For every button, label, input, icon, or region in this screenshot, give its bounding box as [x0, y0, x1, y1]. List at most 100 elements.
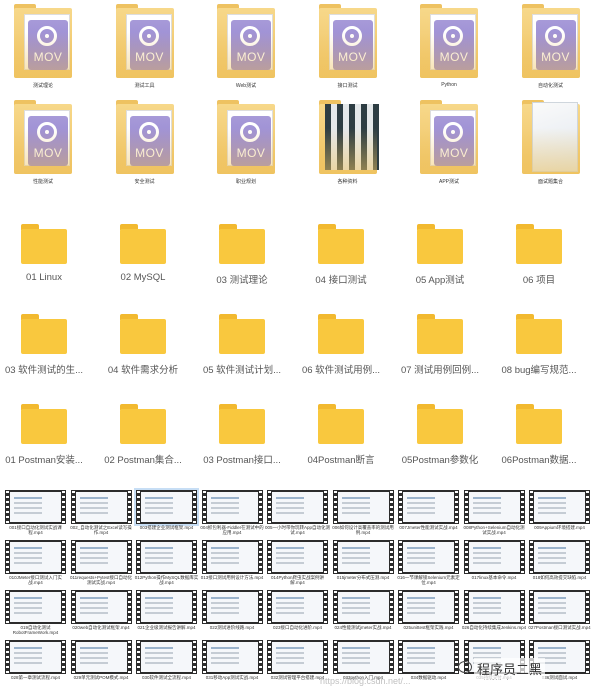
folder-item[interactable]: 03 测试理论	[192, 210, 292, 296]
film-strip-icon	[464, 591, 468, 623]
mov-folder-item[interactable]: 各种资料	[307, 98, 407, 194]
video-file-item[interactable]: 015jmeter分布式压测.mp4	[331, 540, 396, 590]
folder-label: 06 项目	[522, 275, 556, 286]
folder-label: 06Postman数据...	[501, 455, 577, 466]
video-file-item[interactable]: 012Python操作MySQL数据库实战.mp4	[134, 540, 199, 590]
film-strip-icon	[62, 641, 65, 673]
folder-item[interactable]: 04Postman断言	[291, 390, 391, 476]
folder-front	[217, 32, 275, 78]
mov-folder-item[interactable]: MOV自动化测试	[510, 2, 601, 98]
folder-body	[120, 409, 166, 444]
video-thumbnail	[5, 540, 66, 574]
video-frame	[141, 542, 192, 572]
video-file-item[interactable]: 007Jmeter性能测试实战.mp4	[396, 490, 461, 540]
video-file-item[interactable]: 019自动化测试RobotFrameWork.mp4	[3, 590, 68, 640]
folder-item[interactable]: 02 MySQL	[93, 210, 193, 296]
film-strip-icon	[202, 541, 206, 573]
video-thumbnail	[529, 540, 590, 574]
video-file-item[interactable]: 010JMeter接口测试入门实战.mp4	[3, 540, 68, 590]
film-strip-icon	[389, 591, 393, 623]
video-file-item[interactable]: 021企业级测试报告讲解.mp4	[134, 590, 199, 640]
video-file-item[interactable]: 008Python+Selenium自动化测试实战.mp4	[462, 490, 527, 540]
video-frame	[468, 492, 520, 522]
video-file-item[interactable]: 003搭建企业测试框架.mp4	[134, 488, 199, 540]
video-file-label: 018如何高效提交缺陷.mp4	[532, 575, 587, 580]
video-file-item[interactable]: 022测试进阶线路.mp4	[200, 590, 265, 640]
folder-item[interactable]: 02 Postman集合...	[93, 390, 193, 476]
film-strip-icon	[202, 641, 206, 673]
mov-folder-item[interactable]: MOV测试理论	[2, 2, 102, 98]
film-strip-icon	[324, 641, 327, 673]
folder-item[interactable]: 06Postman数据...	[489, 390, 589, 476]
folder-item[interactable]: 05 App测试	[390, 210, 490, 296]
folder-front	[115, 32, 174, 78]
folder-item[interactable]: 08 bug编写规范...	[489, 300, 589, 386]
mov-folder-item[interactable]: MOVPython	[408, 2, 508, 98]
wechat-icon	[458, 661, 472, 673]
video-frame	[206, 642, 258, 672]
video-file-item[interactable]: 001接口自动化测试实战课程.mp4	[3, 490, 68, 540]
video-file-item[interactable]: 004抓包利器-Fiddler在测试中的应用.mp4	[200, 490, 265, 540]
video-thumbnail	[267, 640, 328, 674]
video-file-item[interactable]: 031移动App测试实战.mp4	[200, 640, 265, 690]
film-strip-icon	[324, 541, 327, 573]
video-frame	[75, 492, 127, 522]
video-file-item[interactable]: 024性能测试jmeter实战.mp4	[331, 590, 396, 640]
mov-folder-item[interactable]: MOV性能测试	[2, 98, 102, 194]
video-file-item[interactable]: 026自动化持续集成Jenkins.mp4	[462, 590, 527, 640]
video-file-label: 028第一章测试流程.mp4	[10, 675, 60, 680]
folder-item[interactable]: 06 软件测试用例...	[291, 300, 391, 386]
video-file-item[interactable]: 030软件测试全流程.mp4	[134, 640, 199, 690]
video-file-item[interactable]: 028第一章测试流程.mp4	[3, 640, 68, 690]
folder-item[interactable]: 04 软件需求分析	[93, 300, 193, 386]
folder-label: 02 Postman集合...	[104, 455, 182, 466]
video-file-item[interactable]: 018如何高效提交缺陷.mp4	[527, 540, 592, 590]
video-file-item[interactable]: 023接口自动化进阶.mp4	[265, 590, 330, 640]
folder-label: 03 测试理论	[216, 275, 268, 286]
mov-folder-label: Web测试	[235, 83, 257, 89]
folder-item[interactable]: 05 软件测试计划...	[192, 300, 292, 386]
video-file-item[interactable]: 005一小时带你玩转App自动化测试.mp4	[265, 490, 330, 540]
folder-icon	[417, 314, 463, 354]
video-frame	[75, 592, 127, 622]
folder-item[interactable]: 06 项目	[489, 210, 589, 296]
mov-folder-item[interactable]: MOV职业规划	[205, 98, 305, 194]
video-file-label: 005一小时带你玩转App自动化测试.mp4	[265, 525, 330, 535]
video-thumbnail	[332, 640, 394, 674]
folder-item[interactable]: 01 Postman安装...	[0, 390, 94, 476]
folder-item[interactable]: 07 测试用例回例...	[390, 300, 490, 386]
folder-item[interactable]: 03 软件测试的生...	[0, 300, 94, 386]
mov-folder-label: 各种资料	[337, 179, 358, 185]
video-file-item[interactable]: 011requests+Pytest接口自动化测试实战.mp4	[69, 540, 134, 590]
mov-folder-item[interactable]: MOV安全测试	[104, 98, 204, 194]
mov-folder-item[interactable]: MOV接口测试	[307, 2, 407, 98]
folder-front	[14, 128, 72, 174]
video-file-item[interactable]: 006如何设计高覆盖率的测试用例.mp4	[331, 490, 396, 540]
video-file-item[interactable]: 020web自动化测试框架.mp4	[69, 590, 134, 640]
video-thumbnail	[70, 640, 132, 674]
folder-item[interactable]: 01 Linux	[0, 210, 94, 296]
video-thumbnail	[463, 590, 525, 624]
film-strip-icon	[258, 591, 262, 623]
video-file-label: 012Python操作MySQL数据库实战.mp4	[134, 575, 199, 585]
folder-body	[21, 319, 67, 354]
mov-folder-item[interactable]: 面试题集合	[510, 98, 601, 194]
video-file-label: 024性能测试jmeter实战.mp4	[334, 625, 392, 630]
video-file-item[interactable]: 017linux基本命令.mp4	[462, 540, 527, 590]
video-file-item[interactable]: 016一节课解锁Selenium元素定位.mp4	[396, 540, 461, 590]
video-file-item[interactable]: 014Python爬虫实战案例讲解.mp4	[265, 540, 330, 590]
folder-label: 04 接口测试	[315, 275, 367, 286]
mov-folder-item[interactable]: MOV测试工具	[104, 2, 204, 98]
video-file-item[interactable]: 002_自动化测试之Excel读写操作.mp4	[69, 490, 134, 540]
folder-item[interactable]: 05Postman参数化	[390, 390, 490, 476]
video-file-item[interactable]: 025unittest框架实践.mp4	[396, 590, 461, 640]
video-file-item[interactable]: 027Postman接口测试实战.mp4	[527, 590, 592, 640]
folder-item[interactable]: 04 接口测试	[291, 210, 391, 296]
video-file-label: 004抓包利器-Fiddler在测试中的应用.mp4	[200, 525, 264, 535]
video-file-item[interactable]: 009Appium环境搭建.mp4	[527, 490, 592, 540]
video-file-item[interactable]: 029单元测试POM模式.mp4	[69, 640, 134, 690]
video-file-item[interactable]: 013接口测试用例设计方法.mp4	[200, 540, 265, 590]
folder-item[interactable]: 03 Postman接口...	[192, 390, 292, 476]
mov-folder-item[interactable]: MOVAPP测试	[408, 98, 508, 194]
mov-folder-item[interactable]: MOVWeb测试	[205, 2, 305, 98]
